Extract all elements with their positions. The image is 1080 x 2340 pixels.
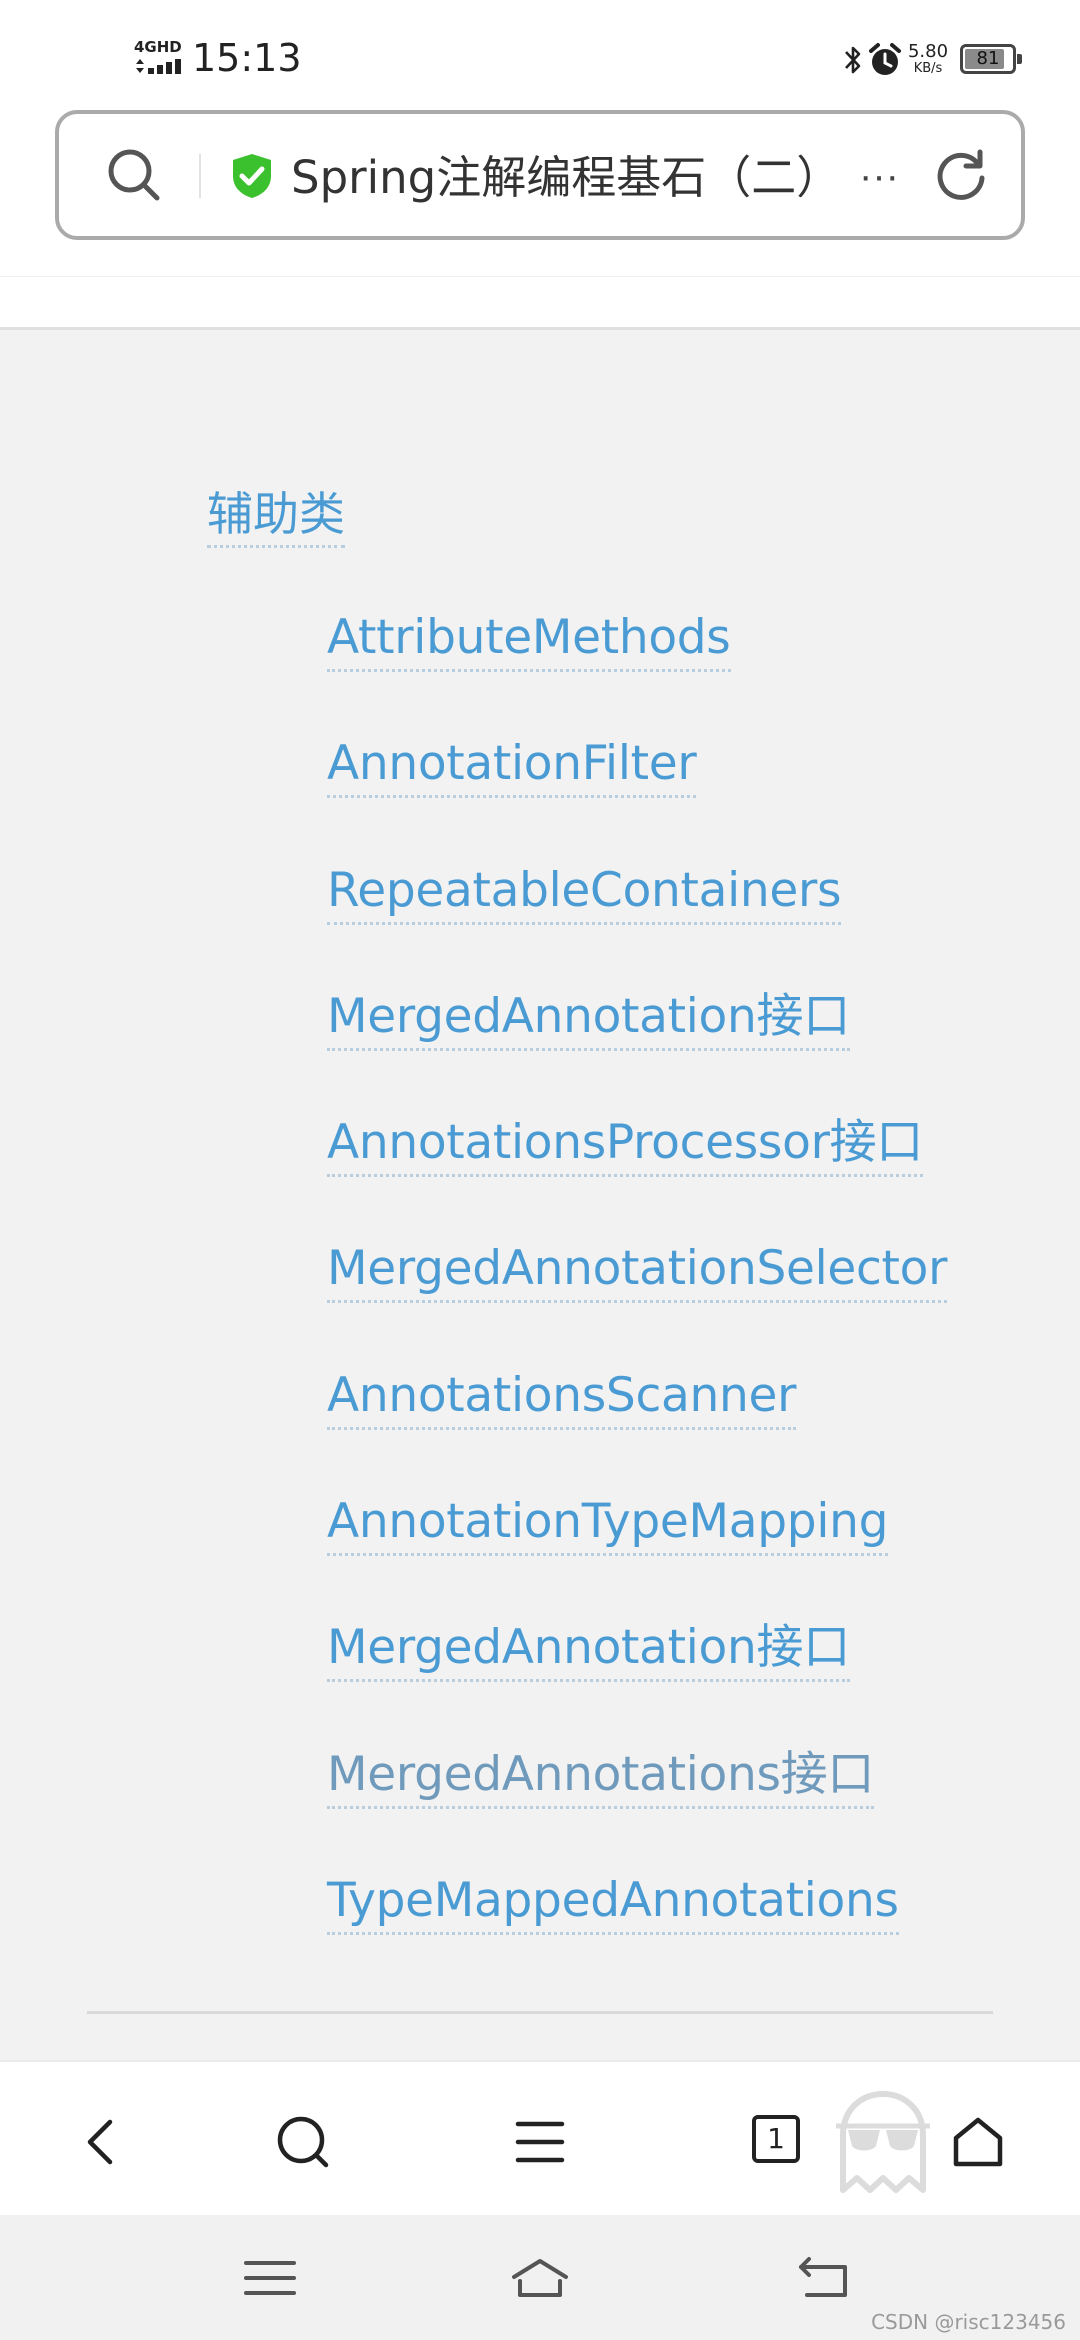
toc-item[interactable]: MergedAnnotation接口 bbox=[327, 987, 947, 1113]
search-icon[interactable] bbox=[273, 2112, 333, 2172]
browser-toolbar: Spring注解编程基石（二） ··· bbox=[0, 100, 1080, 276]
network-type-label: 4GHD bbox=[134, 38, 182, 56]
toc-item-link[interactable]: AttributeMethods bbox=[327, 608, 731, 672]
search-icon[interactable] bbox=[103, 144, 165, 206]
csdn-watermark: CSDN @risc123456 bbox=[871, 2310, 1066, 2334]
signal-strength-icon bbox=[136, 59, 181, 74]
page-title[interactable]: Spring注解编程基石（二） bbox=[291, 148, 811, 208]
status-bar: 4GHD 15:13 5.80 KB/s 81 bbox=[0, 0, 1080, 100]
browser-bottom-nav: 1 bbox=[0, 2060, 1080, 2215]
toc-item-link[interactable]: MergedAnnotations接口 bbox=[327, 1745, 874, 1809]
system-nav-bar: CSDN @risc123456 bbox=[0, 2215, 1080, 2340]
toc-item[interactable]: AnnotationTypeMapping bbox=[327, 1492, 947, 1618]
recent-apps-icon[interactable] bbox=[240, 2253, 300, 2303]
home-icon[interactable] bbox=[948, 2112, 1008, 2172]
toc-item-link[interactable]: TypeMappedAnnotations bbox=[327, 1871, 899, 1935]
menu-icon[interactable] bbox=[510, 2112, 570, 2172]
address-bar[interactable]: Spring注解编程基石（二） ··· bbox=[55, 110, 1025, 240]
toc-item[interactable]: AnnotationsScanner bbox=[327, 1366, 947, 1492]
toc-item-link[interactable]: MergedAnnotationSelector bbox=[327, 1239, 947, 1304]
toc-heading-link[interactable]: 辅助类 bbox=[207, 485, 345, 548]
toc-item[interactable]: AnnotationFilter bbox=[327, 734, 947, 860]
toc-item-link[interactable]: AnnotationTypeMapping bbox=[327, 1492, 888, 1557]
tabs-button[interactable]: 1 bbox=[752, 2115, 800, 2163]
back-arrow-icon[interactable] bbox=[72, 2112, 132, 2172]
toc-list: AttributeMethods AnnotationFilter Repeat… bbox=[327, 608, 947, 1997]
toc-item[interactable]: AttributeMethods bbox=[327, 608, 947, 734]
clock: 15:13 bbox=[192, 36, 302, 80]
toc-item-link[interactable]: AnnotationFilter bbox=[327, 734, 697, 799]
toc-item[interactable]: RepeatableContainers bbox=[327, 861, 947, 987]
reload-icon[interactable] bbox=[931, 146, 991, 206]
battery-icon: 81 bbox=[960, 44, 1022, 74]
toc-item-link[interactable]: MergedAnnotation接口 bbox=[327, 1618, 850, 1683]
system-back-icon[interactable] bbox=[795, 2253, 855, 2303]
battery-level-text: 81 bbox=[976, 48, 1000, 69]
address-divider bbox=[199, 154, 201, 198]
bluetooth-icon bbox=[845, 46, 861, 74]
toc-item[interactable]: MergedAnnotation接口 bbox=[327, 1618, 947, 1744]
network-speed-value: 5.80 bbox=[907, 41, 949, 62]
content-divider bbox=[87, 2011, 993, 2014]
toc-item-link[interactable]: RepeatableContainers bbox=[327, 861, 842, 925]
toc-item[interactable]: AnnotationsProcessor接口 bbox=[327, 1113, 947, 1239]
network-speed: 5.80 KB/s bbox=[906, 42, 950, 76]
page-content: 辅助类 AttributeMethods AnnotationFilter Re… bbox=[0, 330, 1080, 2060]
toc-item[interactable]: MergedAnnotationSelector bbox=[327, 1239, 947, 1365]
more-options-button[interactable]: ··· bbox=[849, 148, 909, 208]
incognito-ghost-icon bbox=[836, 2091, 930, 2193]
toc-item-link[interactable]: AnnotationsProcessor接口 bbox=[327, 1113, 923, 1178]
toc-item[interactable]: TypeMappedAnnotations bbox=[327, 1871, 947, 1997]
toc-item[interactable]: MergedAnnotations接口 bbox=[327, 1745, 947, 1871]
system-home-icon[interactable] bbox=[510, 2253, 570, 2303]
network-speed-unit: KB/s bbox=[913, 61, 943, 76]
toc-item-link[interactable]: MergedAnnotation接口 bbox=[327, 987, 850, 1051]
secure-shield-icon[interactable] bbox=[229, 152, 275, 200]
alarm-clock-icon bbox=[869, 43, 901, 75]
toc-item-link[interactable]: AnnotationsScanner bbox=[327, 1366, 796, 1430]
page-header-strip bbox=[0, 276, 1080, 330]
